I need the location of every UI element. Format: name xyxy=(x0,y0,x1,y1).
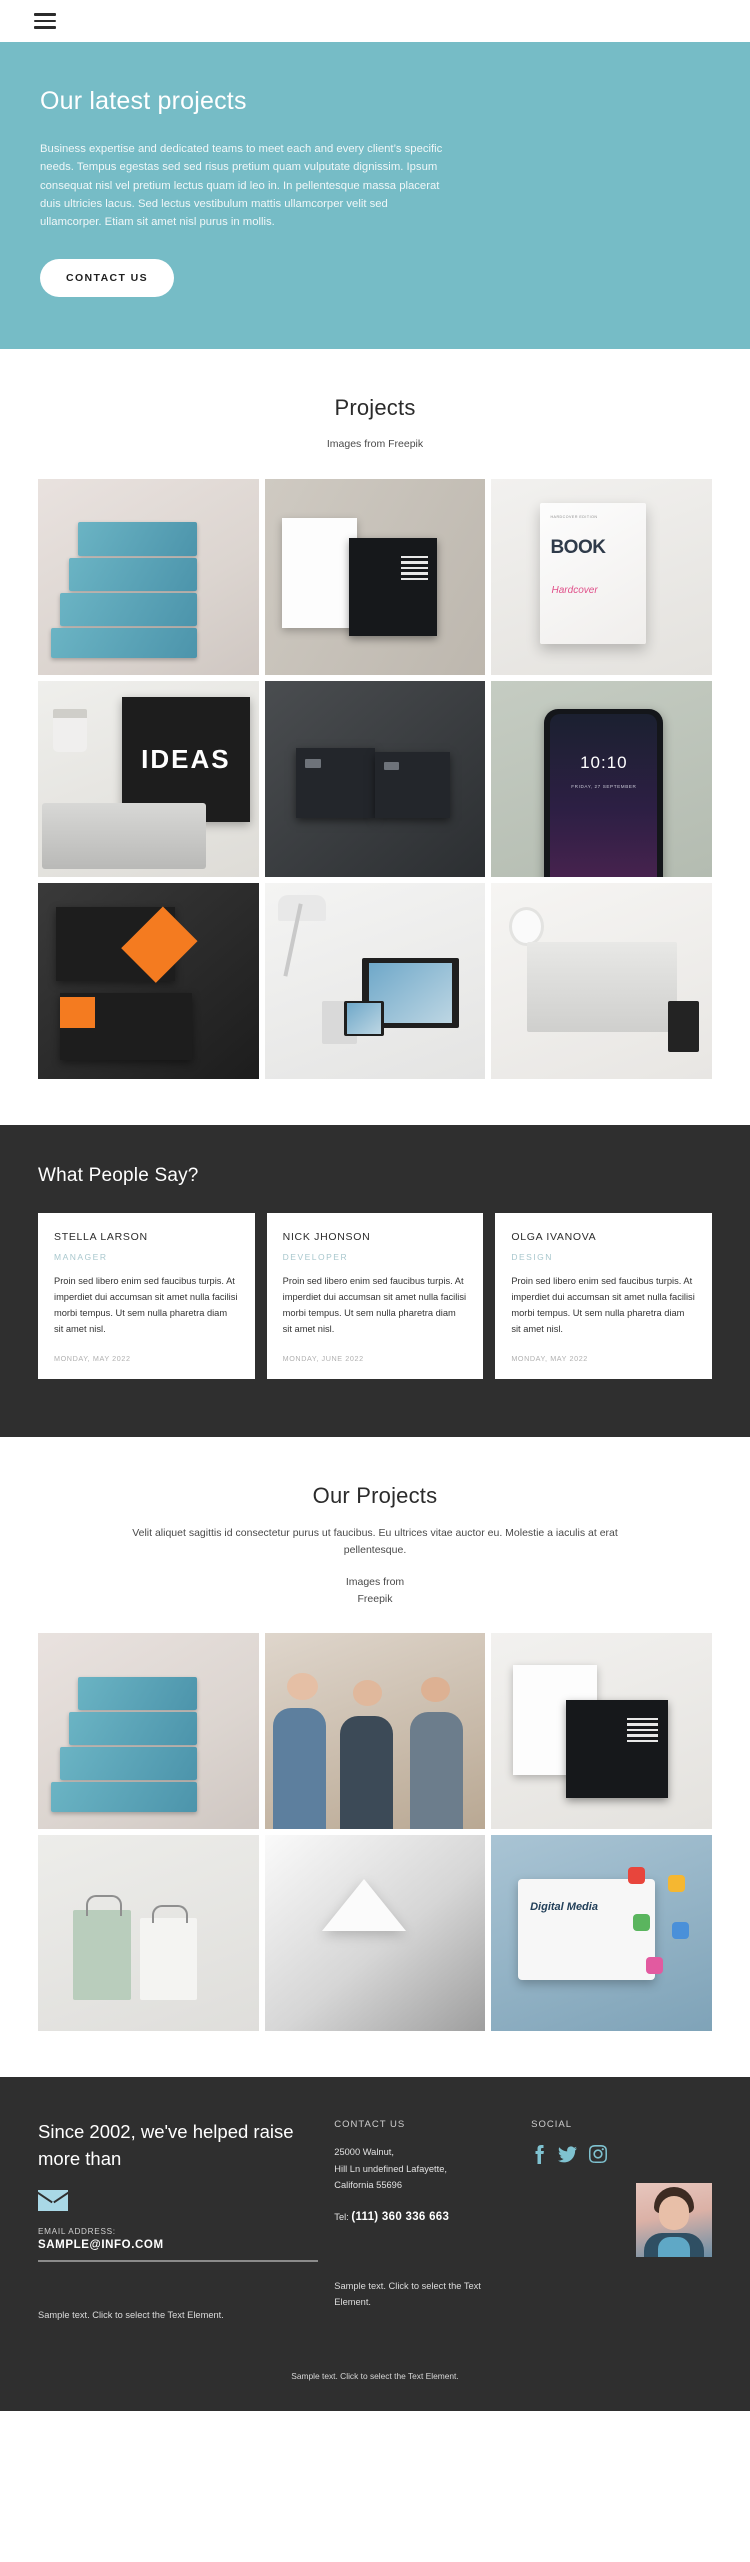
footer-divider xyxy=(38,2259,319,2262)
email-address-value[interactable]: SAMPLE@INFO.COM xyxy=(38,2239,318,2251)
digital-media-label: Digital Media xyxy=(530,1900,598,1913)
tile-art xyxy=(38,1633,259,1829)
address-line-3: California 55696 xyxy=(334,2179,403,2190)
team-member-portrait xyxy=(636,2183,712,2258)
tile-art xyxy=(265,479,486,675)
testimonial-body: Proin sed libero enim sed faucibus turpi… xyxy=(54,1276,238,1335)
testimonial-card[interactable]: OLGA IVANOVA DESIGN Proin sed libero eni… xyxy=(495,1213,712,1380)
testimonials-title: What People Say? xyxy=(38,1165,199,1187)
our-project-tile-digital-media[interactable]: Digital Media xyxy=(491,1835,712,2032)
our-projects-title: Our Projects xyxy=(312,1483,438,1509)
phone-time-text: 10:10 xyxy=(580,752,628,772)
tel-label: Tel: xyxy=(334,2212,349,2223)
social-heading: SOCIAL xyxy=(531,2119,572,2131)
projects-section: Projects Images from Freepik xyxy=(0,349,750,453)
book-subtitle-text: Hardcover xyxy=(551,584,598,596)
ideas-label: IDEAS xyxy=(141,744,231,775)
tel-value[interactable]: (111) 360 336 663 xyxy=(351,2211,449,2223)
our-projects-section: Our Projects Velit aliquet sagittis id c… xyxy=(0,1437,750,1607)
phone-art: 10:10 FRIDAY, 27 SEPTEMBER xyxy=(544,708,664,878)
tile-art xyxy=(38,883,259,1079)
contact-us-button[interactable]: CONTACT US xyxy=(40,259,175,298)
phone-date-text: FRIDAY, 27 SEPTEMBER xyxy=(571,784,637,790)
footer-sample-text-right: Sample text. Click to select the Text El… xyxy=(334,2281,481,2307)
footer-columns: Since 2002, we've helped raise more than… xyxy=(38,2119,712,2322)
our-project-tile-black-card[interactable] xyxy=(491,1633,712,1830)
testimonial-date: MONDAY, MAY 2022 xyxy=(54,1354,131,1364)
tile-art xyxy=(265,883,486,1079)
hamburger-menu-icon[interactable] xyxy=(34,9,56,33)
book-top-text: HARDCOVER EDITION xyxy=(550,515,598,520)
tile-art xyxy=(491,1633,712,1829)
testimonial-body: Proin sed libero enim sed faucibus turpi… xyxy=(282,1276,467,1335)
testimonial-name: STELLA LARSON xyxy=(54,1231,148,1244)
project-tile-desk-lamp[interactable] xyxy=(264,883,486,1080)
our-project-tile-team-meeting[interactable] xyxy=(264,1633,486,1830)
footer-sample-text-left: Sample text. Click to select the Text El… xyxy=(38,2309,224,2320)
hero-title: Our latest projects xyxy=(40,87,247,115)
arrow-art xyxy=(322,1878,407,1931)
instagram-icon[interactable] xyxy=(589,2145,608,2168)
address-line-2: Hill Ln undefined Lafayette, xyxy=(334,2163,447,2174)
facebook-icon[interactable] xyxy=(531,2144,546,2169)
book-title-text: BOOK xyxy=(550,537,606,559)
project-tile-dark-cards[interactable] xyxy=(264,681,486,878)
footer-col-social: SOCIAL xyxy=(531,2119,712,2322)
footer-col-contact: CONTACT US 25000 Walnut, Hill Ln undefin… xyxy=(334,2119,515,2322)
our-projects-credit-line1: Images from xyxy=(345,1575,405,1588)
hero-section: Our latest projects Business expertise a… xyxy=(0,42,750,350)
projects-grid: HARDCOVER EDITION BOOK Hardcover IDEAS 1… xyxy=(0,479,750,1080)
tile-art xyxy=(491,883,712,1079)
testimonial-name: OLGA IVANOVA xyxy=(511,1231,597,1244)
testimonial-date: MONDAY, MAY 2022 xyxy=(511,1354,588,1364)
tile-art xyxy=(38,1835,259,2031)
project-tile-book-cover[interactable]: HARDCOVER EDITION BOOK Hardcover xyxy=(491,479,712,676)
footer-heading: Since 2002, we've helped raise more than xyxy=(38,2121,294,2169)
tile-art: IDEAS xyxy=(38,681,259,877)
book-cover-art: HARDCOVER EDITION BOOK Hardcover xyxy=(539,502,646,644)
testimonial-cards: STELLA LARSON MANAGER Proin sed libero e… xyxy=(38,1213,712,1380)
project-tile-ideas-poster[interactable]: IDEAS xyxy=(38,681,259,878)
email-address-label: EMAIL ADDRESS: xyxy=(38,2226,116,2236)
project-tile-business-cards[interactable] xyxy=(264,479,486,676)
testimonial-body: Proin sed libero enim sed faucibus turpi… xyxy=(511,1276,695,1335)
our-projects-grid: Digital Media xyxy=(0,1633,750,2032)
contact-us-heading: CONTACT US xyxy=(334,2119,406,2131)
testimonials-section: What People Say? STELLA LARSON MANAGER P… xyxy=(0,1125,750,1438)
footer-address: 25000 Walnut, Hill Ln undefined Lafayett… xyxy=(334,2144,515,2193)
projects-title: Projects xyxy=(334,395,416,421)
tile-art: Digital Media xyxy=(491,1835,712,2031)
testimonial-date: MONDAY, JUNE 2022 xyxy=(282,1354,364,1364)
footer-section: Since 2002, we've helped raise more than… xyxy=(0,2077,750,2411)
our-project-tile-stacked-books[interactable] xyxy=(38,1633,259,1830)
top-navbar xyxy=(0,0,750,42)
footer-telephone: Tel: (111) 360 336 663 xyxy=(334,2211,515,2223)
our-projects-subtitle: Velit aliquet sagittis id consectetur pu… xyxy=(132,1527,618,1557)
footer-bottom-text: Sample text. Click to select the Text El… xyxy=(291,2370,459,2381)
tile-art xyxy=(265,1633,486,1830)
social-links xyxy=(531,2144,712,2169)
project-tile-stacked-books[interactable] xyxy=(38,479,259,676)
our-project-tile-shopping-bags[interactable] xyxy=(38,1835,259,2032)
testimonial-name: NICK JHONSON xyxy=(282,1231,371,1244)
hero-paragraph: Business expertise and dedicated teams t… xyxy=(40,143,443,229)
testimonial-role: DESIGN xyxy=(511,1252,553,1263)
projects-credit: Images from Freepik xyxy=(326,438,424,451)
envelope-icon xyxy=(38,2189,68,2211)
testimonial-card[interactable]: NICK JHONSON DEVELOPER Proin sed libero … xyxy=(266,1213,484,1380)
project-tile-orange-cards[interactable] xyxy=(38,883,259,1080)
address-line-1: 25000 Walnut, xyxy=(334,2147,394,2158)
our-projects-credit-line2: Freepik xyxy=(357,1592,393,1605)
our-project-tile-paper-arrow[interactable] xyxy=(264,1835,486,2032)
testimonial-role: MANAGER xyxy=(54,1252,108,1263)
tile-art xyxy=(265,681,486,877)
project-tile-smartphone[interactable]: 10:10 FRIDAY, 27 SEPTEMBER xyxy=(491,681,712,878)
testimonial-role: DEVELOPER xyxy=(282,1252,349,1263)
tile-art xyxy=(38,479,259,675)
landing-page: Our latest projects Business expertise a… xyxy=(0,0,750,2411)
twitter-icon[interactable] xyxy=(558,2146,578,2168)
footer-col-left: Since 2002, we've helped raise more than… xyxy=(38,2119,319,2322)
testimonial-card[interactable]: STELLA LARSON MANAGER Proin sed libero e… xyxy=(38,1213,255,1380)
project-tile-typing-laptop[interactable] xyxy=(491,883,712,1080)
